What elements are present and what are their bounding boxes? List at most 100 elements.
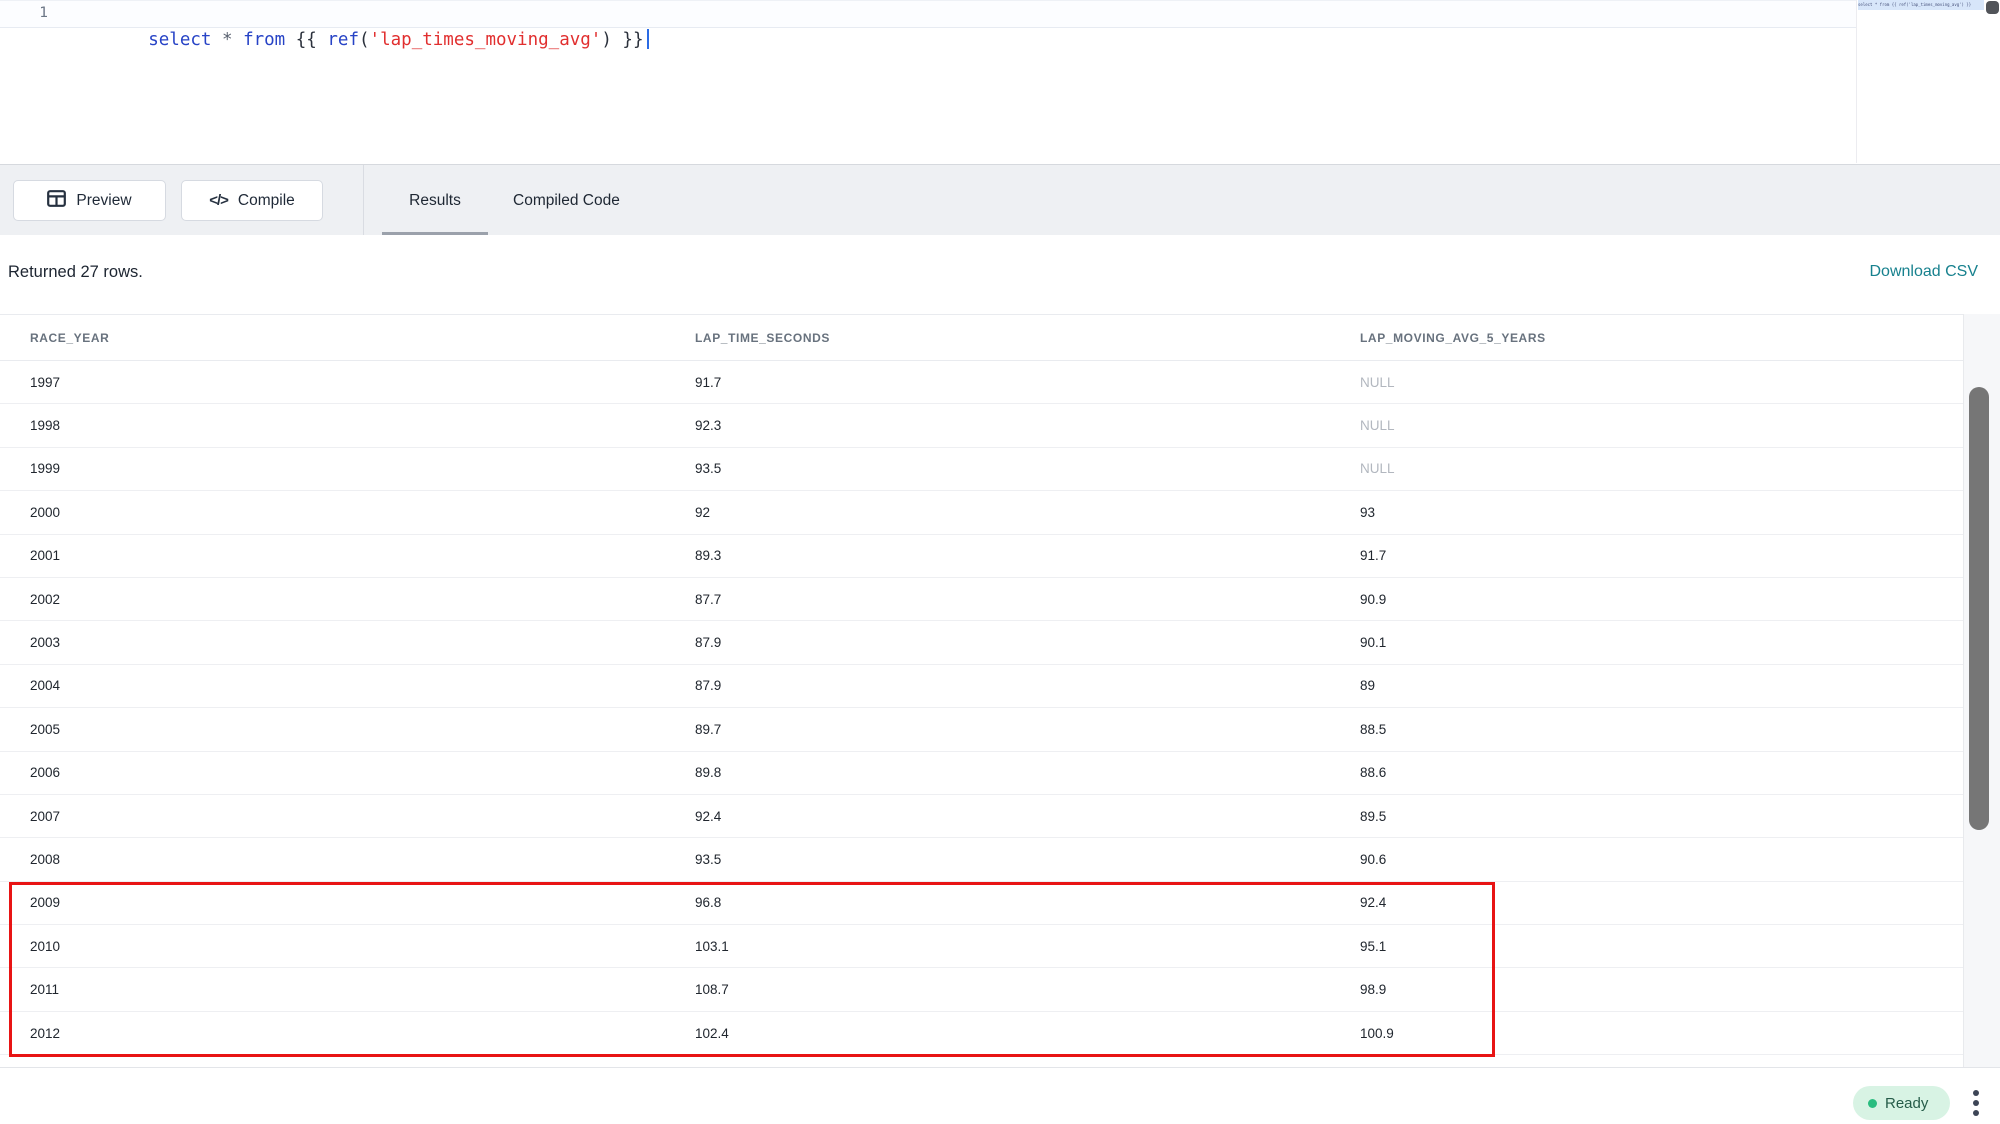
code-token: {{ bbox=[285, 30, 327, 50]
table-cell: 87.7 bbox=[695, 592, 1360, 607]
text-cursor bbox=[647, 29, 650, 49]
table-cell: 2005 bbox=[30, 722, 695, 737]
table-cell: 2012 bbox=[30, 1026, 695, 1041]
tab-results-label: Results bbox=[409, 192, 461, 210]
table-cell: 89.5 bbox=[1360, 809, 1963, 824]
ready-dot-icon bbox=[1868, 1099, 1877, 1108]
table-row: 200893.590.6 bbox=[0, 838, 1963, 881]
code-token: from bbox=[243, 30, 285, 50]
table-row: 2012102.4100.9 bbox=[0, 1012, 1963, 1055]
table-cell: 2007 bbox=[30, 809, 695, 824]
status-bar: Ready bbox=[0, 1067, 2000, 1124]
tab-compiled-code-label: Compiled Code bbox=[513, 192, 620, 210]
table-cell: 89.3 bbox=[695, 548, 1360, 563]
kebab-menu-icon[interactable] bbox=[1968, 1090, 1984, 1116]
table-icon bbox=[47, 190, 66, 212]
code-token: ref bbox=[327, 30, 359, 50]
row-count-summary: Returned 27 rows. bbox=[8, 263, 143, 282]
table-cell: 2010 bbox=[30, 939, 695, 954]
table-cell: 92.4 bbox=[695, 809, 1360, 824]
table-cell: 91.7 bbox=[1360, 548, 1963, 563]
table-cell: 100.9 bbox=[1360, 1026, 1963, 1041]
compile-button[interactable]: </> Compile bbox=[181, 180, 323, 221]
table-cell: 96.8 bbox=[695, 895, 1360, 910]
table-cell: 2009 bbox=[30, 895, 695, 910]
table-cell: 1997 bbox=[30, 375, 695, 390]
table-row: 200589.788.5 bbox=[0, 708, 1963, 751]
table-cell: NULL bbox=[1360, 418, 1963, 433]
table-cell: 2000 bbox=[30, 505, 695, 520]
table-cell: 2008 bbox=[30, 852, 695, 867]
table-cell: 2006 bbox=[30, 765, 695, 780]
code-icon: </> bbox=[209, 192, 228, 209]
code-token: ) bbox=[601, 30, 612, 50]
status-badge[interactable]: Ready bbox=[1853, 1086, 1950, 1120]
editor-scrollbar-thumb[interactable] bbox=[1986, 1, 1999, 14]
table-cell: 89.7 bbox=[695, 722, 1360, 737]
download-csv-link[interactable]: Download CSV bbox=[1870, 263, 1979, 281]
results-scrollbar-track[interactable] bbox=[1963, 314, 2000, 1067]
table-cell: 2003 bbox=[30, 635, 695, 650]
table-row: 200189.391.7 bbox=[0, 535, 1963, 578]
table-row: 199892.3NULL bbox=[0, 404, 1963, 447]
code-token bbox=[233, 30, 244, 50]
table-cell: 2001 bbox=[30, 548, 695, 563]
results-panel: Returned 27 rows. Download CSV RACE_YEAR… bbox=[0, 235, 2000, 1067]
table-cell: 88.6 bbox=[1360, 765, 1963, 780]
table-cell: 93.5 bbox=[695, 461, 1360, 476]
table-cell: 87.9 bbox=[695, 635, 1360, 650]
table-cell: 2004 bbox=[30, 678, 695, 693]
dbt-ide-window: 1 select * from {{ ref('lap_times_moving… bbox=[0, 0, 2000, 1124]
table-cell: 92.4 bbox=[1360, 895, 1963, 910]
table-cell: 1999 bbox=[30, 461, 695, 476]
table-cell: 88.5 bbox=[1360, 722, 1963, 737]
table-header-row: RACE_YEARLAP_TIME_SECONDSLAP_MOVING_AVG_… bbox=[0, 314, 1963, 361]
table-cell: 87.9 bbox=[695, 678, 1360, 693]
table-row: 20009293 bbox=[0, 491, 1963, 534]
table-cell: 89.8 bbox=[695, 765, 1360, 780]
table-cell: 90.9 bbox=[1360, 592, 1963, 607]
code-token: * bbox=[222, 30, 233, 50]
table-cell: 92.3 bbox=[695, 418, 1360, 433]
table-cell: 2002 bbox=[30, 592, 695, 607]
table-row: 200287.790.9 bbox=[0, 578, 1963, 621]
code-token: ( bbox=[359, 30, 370, 50]
table-cell: 95.1 bbox=[1360, 939, 1963, 954]
tab-compiled-code[interactable]: Compiled Code bbox=[513, 165, 620, 236]
table-cell: 102.4 bbox=[695, 1026, 1360, 1041]
results-scrollbar-thumb[interactable] bbox=[1969, 387, 1989, 830]
code-token: }} bbox=[612, 30, 644, 50]
table-cell: 108.7 bbox=[695, 982, 1360, 997]
tab-results[interactable]: Results bbox=[382, 165, 488, 236]
table-row: 200387.990.1 bbox=[0, 621, 1963, 664]
table-cell: 103.1 bbox=[695, 939, 1360, 954]
table-cell: 89 bbox=[1360, 678, 1963, 693]
table-row: 2011108.798.9 bbox=[0, 968, 1963, 1011]
ready-label: Ready bbox=[1885, 1095, 1928, 1112]
table-body: 199791.7NULL199892.3NULL199993.5NULL2000… bbox=[0, 361, 1963, 1055]
preview-button-label: Preview bbox=[76, 192, 131, 210]
toolbar-divider bbox=[363, 165, 364, 236]
editor-minimap[interactable]: select * from {{ ref('lap_times_moving_a… bbox=[1856, 0, 1985, 163]
column-header: RACE_YEAR bbox=[30, 331, 695, 345]
sql-code: select * from {{ ref('lap_times_moving_a… bbox=[148, 30, 643, 50]
table-row: 199791.7NULL bbox=[0, 361, 1963, 404]
table-row: 199993.5NULL bbox=[0, 448, 1963, 491]
table-row: 200792.489.5 bbox=[0, 795, 1963, 838]
column-header: LAP_TIME_SECONDS bbox=[695, 331, 1360, 345]
table-cell: 92 bbox=[695, 505, 1360, 520]
table-cell: 2011 bbox=[30, 982, 695, 997]
table-cell: 93.5 bbox=[695, 852, 1360, 867]
line-number: 1 bbox=[0, 0, 48, 28]
table-cell: NULL bbox=[1360, 375, 1963, 390]
table-cell: NULL bbox=[1360, 461, 1963, 476]
compile-button-label: Compile bbox=[238, 192, 295, 210]
preview-button[interactable]: Preview bbox=[13, 180, 166, 221]
table-cell: 98.9 bbox=[1360, 982, 1963, 997]
results-toolbar: Preview </> Compile Results Compiled Cod… bbox=[0, 164, 2000, 235]
code-line[interactable]: select * from {{ ref('lap_times_moving_a… bbox=[85, 0, 649, 28]
sql-editor[interactable]: 1 select * from {{ ref('lap_times_moving… bbox=[0, 0, 2000, 164]
code-token bbox=[211, 30, 222, 50]
table-cell: 90.1 bbox=[1360, 635, 1963, 650]
table-row: 200689.888.6 bbox=[0, 752, 1963, 795]
